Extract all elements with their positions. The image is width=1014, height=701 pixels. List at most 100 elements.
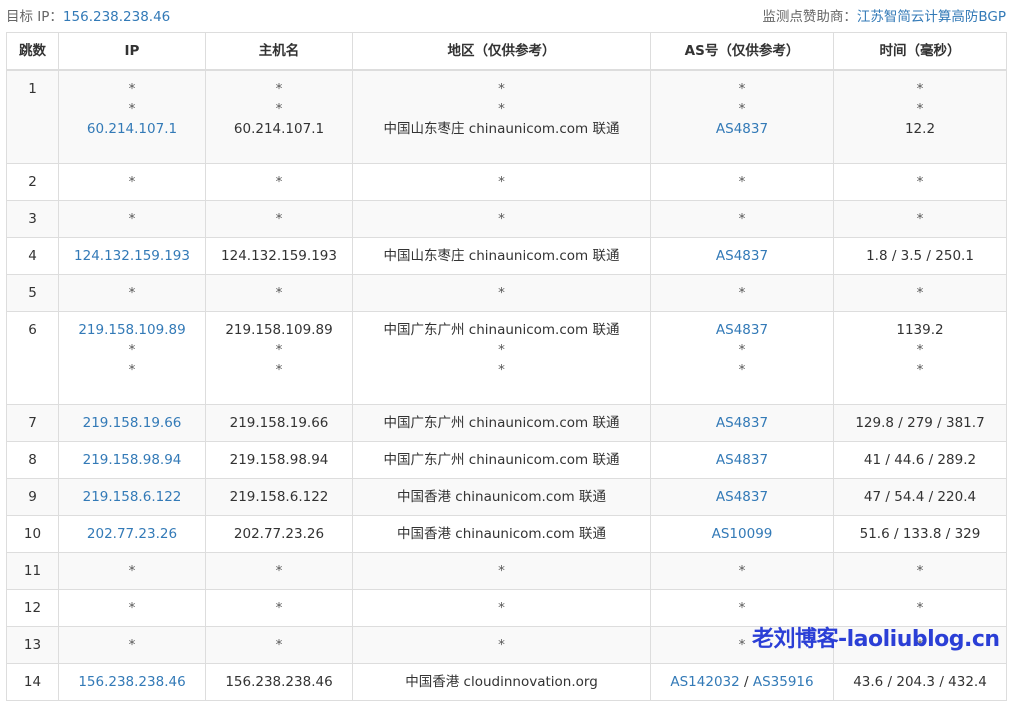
region-cell: * — [352, 200, 651, 238]
region-text: 中国山东枣庄 chinaunicom.com 联通 — [383, 121, 620, 137]
time-cell: 1.8 / 3.5 / 250.1 — [833, 237, 1007, 275]
as-link[interactable]: AS10099 — [712, 526, 773, 542]
as-cell: * — [650, 589, 834, 627]
hop-cell: 3 — [6, 200, 59, 238]
region-text: 中国山东枣庄 chinaunicom.com 联通 — [383, 248, 620, 264]
time-cell: * — [833, 274, 1007, 312]
column-header-hop: 跳数 — [6, 32, 59, 71]
as-numbers: AS142032 / AS35916 — [655, 672, 829, 692]
ip-link[interactable]: 219.158.109.89 — [63, 320, 201, 340]
no-response-marker: * — [738, 211, 746, 227]
latency-text: 1.8 / 3.5 / 250.1 — [866, 248, 974, 264]
no-response-marker: * — [275, 342, 283, 358]
time-cell: * — [833, 552, 1007, 590]
target-info: 目标 IP：156.238.238.46 — [6, 5, 170, 25]
ip-link[interactable]: 219.158.19.66 — [63, 413, 201, 433]
no-response-marker: * — [498, 637, 505, 653]
latency-text: 129.8 / 279 / 381.7 — [855, 415, 985, 431]
ip-link[interactable]: 60.214.107.1 — [63, 119, 201, 139]
time-cell: 51.6 / 133.8 / 329 — [833, 515, 1007, 553]
ip-cell: * — [58, 626, 206, 664]
ip-link[interactable]: 219.158.6.122 — [63, 487, 201, 507]
column-header-ip: IP — [58, 32, 206, 71]
hostname-cell: * * 60.214.107.1 — [205, 69, 353, 164]
as-link[interactable]: AS35916 — [753, 674, 814, 690]
sponsor-info: 监测点赞助商：江苏智简云计算高防BGP — [762, 5, 1006, 25]
column-header-as: AS号（仅供参考） — [650, 32, 834, 71]
no-response-marker: * — [128, 600, 136, 616]
no-response-marker: * — [916, 285, 924, 301]
latency-text: 1139.2 — [896, 322, 944, 338]
ip-link[interactable]: 124.132.159.193 — [63, 246, 201, 266]
no-response-marker: * — [275, 637, 283, 653]
as-cell: * — [650, 274, 834, 312]
no-response-marker: * — [738, 637, 746, 653]
sponsor-link[interactable]: 江苏智简云计算高防BGP — [857, 9, 1006, 25]
column-header-time: 时间（毫秒） — [833, 32, 1007, 71]
no-response-marker: * — [916, 81, 924, 97]
as-cell: AS4837 — [650, 404, 834, 442]
hostname-cell: * — [205, 163, 353, 201]
hostname-text: 156.238.238.46 — [225, 674, 333, 690]
hop-cell: 1 — [6, 69, 59, 164]
hop-cell: 8 — [6, 441, 59, 479]
no-response-marker: * — [738, 174, 746, 190]
no-response-marker: * — [275, 563, 283, 579]
as-cell: * * AS4837 — [650, 69, 834, 164]
hostname-cell: * — [205, 200, 353, 238]
no-response-marker: * — [498, 600, 505, 616]
table-row: 12 * * * * * — [6, 589, 1007, 627]
ip-cell: 219.158.19.66 — [58, 404, 206, 442]
no-response-marker: * — [275, 285, 283, 301]
ip-link[interactable]: 219.158.98.94 — [63, 450, 201, 470]
target-ip: 156.238.238.46 — [62, 9, 171, 25]
table-row: 11 * * * * * — [6, 552, 1007, 590]
top-bar: 目标 IP：156.238.238.46 监测点赞助商：江苏智简云计算高防BGP — [0, 0, 1006, 30]
no-response-marker: * — [498, 342, 505, 358]
no-response-marker: * — [738, 81, 746, 97]
time-cell: * — [833, 626, 1007, 664]
no-response-marker: * — [275, 101, 283, 117]
region-text: 中国香港 cloudinnovation.org — [405, 674, 598, 690]
region-cell: 中国香港 cloudinnovation.org — [352, 663, 651, 701]
hostname-text: 202.77.23.26 — [233, 526, 325, 542]
as-link[interactable]: AS4837 — [716, 121, 768, 137]
as-link[interactable]: AS4837 — [716, 489, 768, 505]
as-cell: AS4837 — [650, 237, 834, 275]
hostname-text: 219.158.109.89 — [225, 322, 333, 338]
as-link[interactable]: AS4837 — [716, 415, 768, 431]
table-row: 1 * * 60.214.107.1 * * 60.214.107.1 * * 中国山东枣庄 ch… — [6, 69, 1007, 164]
hop-cell: 2 — [6, 163, 59, 201]
as-link[interactable]: AS4837 — [716, 452, 768, 468]
latency-text: 43.6 / 204.3 / 432.4 — [853, 674, 987, 690]
hop-cell: 6 — [6, 311, 59, 405]
as-link[interactable]: AS142032 — [670, 674, 739, 690]
ip-link[interactable]: 156.238.238.46 — [63, 672, 201, 692]
hostname-cell: 219.158.6.122 — [205, 478, 353, 516]
no-response-marker: * — [128, 285, 136, 301]
no-response-marker: * — [916, 637, 924, 653]
hostname-cell: * — [205, 626, 353, 664]
no-response-marker: * — [916, 563, 924, 579]
as-link[interactable]: AS4837 — [716, 322, 768, 338]
no-response-marker: * — [916, 211, 924, 227]
table-row: 5 * * * * * — [6, 274, 1007, 312]
table-row: 13 * * * * * — [6, 626, 1007, 664]
region-text: 中国广东广州 chinaunicom.com 联通 — [383, 452, 620, 468]
region-cell: 中国香港 chinaunicom.com 联通 — [352, 478, 651, 516]
ip-link[interactable]: 202.77.23.26 — [63, 524, 201, 544]
region-text: 中国广东广州 chinaunicom.com 联通 — [383, 322, 620, 338]
no-response-marker: * — [738, 600, 746, 616]
table-body: 1 * * 60.214.107.1 * * 60.214.107.1 * * 中国山东枣庄 ch… — [6, 69, 1007, 701]
ip-cell: 219.158.109.89 * * — [58, 311, 206, 405]
ip-cell: 202.77.23.26 — [58, 515, 206, 553]
as-numbers: AS4837 — [655, 119, 829, 139]
no-response-marker: * — [738, 342, 746, 358]
table-row: 10 202.77.23.26 202.77.23.26 中国香港 chinaunic… — [6, 515, 1007, 553]
target-label: 目标 IP： — [6, 9, 63, 25]
as-numbers: AS10099 — [655, 524, 829, 544]
as-link[interactable]: AS4837 — [716, 248, 768, 264]
latency-text: 51.6 / 133.8 / 329 — [859, 526, 981, 542]
no-response-marker: * — [916, 342, 924, 358]
time-cell: * — [833, 200, 1007, 238]
